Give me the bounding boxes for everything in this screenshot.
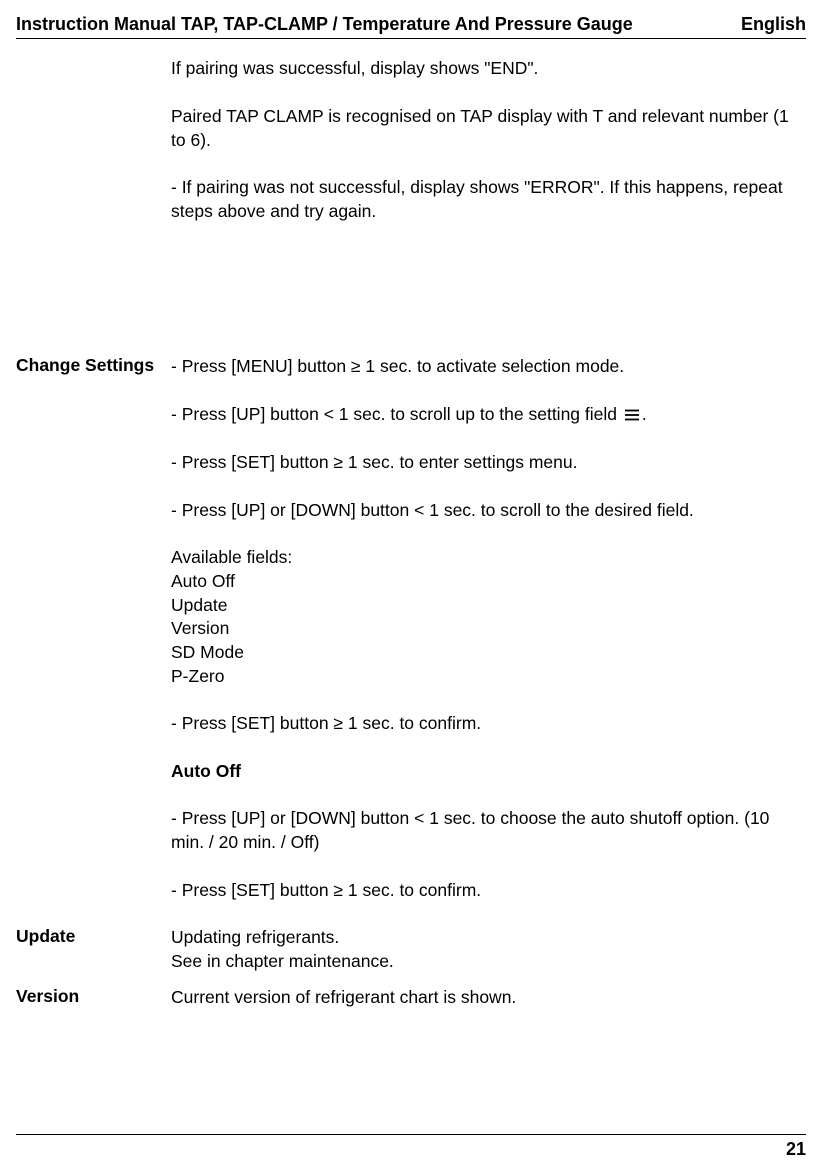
ge-symbol: ≥ [333, 713, 343, 733]
p5b: 1 sec. to confirm. [343, 713, 481, 733]
hamburger-icon [624, 404, 640, 428]
p6a: - Press [UP] or [DOWN] button [171, 808, 414, 828]
version-section: Version Current version of refrigerant c… [16, 986, 806, 1010]
ge-symbol: ≥ [333, 880, 343, 900]
field-sd-mode: SD Mode [171, 641, 806, 665]
field-p-zero: P-Zero [171, 665, 806, 689]
change-settings-body: - Press [MENU] button ≥ 1 sec. to activa… [171, 355, 806, 926]
p4a: - Press [UP] or [DOWN] button [171, 500, 414, 520]
intro-p1: If pairing was successful, display shows… [171, 57, 806, 81]
change-p1: - Press [MENU] button ≥ 1 sec. to activa… [171, 355, 806, 379]
change-p3: - Press [SET] button ≥ 1 sec. to enter s… [171, 451, 806, 475]
change-p7: - Press [SET] button ≥ 1 sec. to confirm… [171, 879, 806, 903]
version-label: Version [16, 986, 171, 1010]
ge-symbol: ≥ [351, 356, 361, 376]
change-p4: - Press [UP] or [DOWN] button < 1 sec. t… [171, 499, 806, 523]
p7b: 1 sec. to confirm. [343, 880, 481, 900]
p2a: - Press [UP] button [171, 404, 324, 424]
intro-p2: Paired TAP CLAMP is recognised on TAP di… [171, 105, 806, 152]
p1a: - Press [MENU] button [171, 356, 351, 376]
intro-section: If pairing was successful, display shows… [16, 57, 806, 247]
lt-symbol: < [414, 808, 424, 828]
fields-label: Available fields: [171, 546, 806, 570]
update-section: Update Updating refrigerants. See in cha… [16, 926, 806, 973]
p2c: . [642, 404, 647, 424]
page-number: 21 [786, 1139, 806, 1159]
section-gap [16, 247, 806, 355]
p5a: - Press [SET] button [171, 713, 333, 733]
intro-body: If pairing was successful, display shows… [171, 57, 806, 247]
version-body: Current version of refrigerant chart is … [171, 986, 806, 1010]
auto-off-heading: Auto Off [171, 760, 806, 784]
change-settings-label: Change Settings [16, 355, 171, 926]
p3b: 1 sec. to enter settings menu. [343, 452, 577, 472]
change-p6: - Press [UP] or [DOWN] button < 1 sec. t… [171, 807, 806, 854]
update-label: Update [16, 926, 171, 973]
p3a: - Press [SET] button [171, 452, 333, 472]
change-p2: - Press [UP] button < 1 sec. to scroll u… [171, 403, 806, 427]
lt-symbol: < [414, 500, 424, 520]
p7a: - Press [SET] button [171, 880, 333, 900]
header-language: English [741, 12, 806, 36]
intro-label [16, 57, 171, 247]
field-version: Version [171, 617, 806, 641]
version-line1: Current version of refrigerant chart is … [171, 986, 806, 1010]
header-title: Instruction Manual TAP, TAP-CLAMP / Temp… [16, 12, 633, 36]
field-auto-off: Auto Off [171, 570, 806, 594]
intro-p3: - If pairing was not successful, display… [171, 176, 806, 223]
lt-symbol: < [324, 404, 334, 424]
page-footer: 21 [16, 1134, 806, 1161]
field-update: Update [171, 594, 806, 618]
small-gap [16, 974, 806, 986]
p4b: 1 sec. to scroll to the desired field. [424, 500, 693, 520]
page-header: Instruction Manual TAP, TAP-CLAMP / Temp… [16, 12, 806, 39]
change-settings-section: Change Settings - Press [MENU] button ≥ … [16, 355, 806, 926]
update-body: Updating refrigerants. See in chapter ma… [171, 926, 806, 973]
p2b: 1 sec. to scroll up to the setting field [334, 404, 622, 424]
ge-symbol: ≥ [333, 452, 343, 472]
update-line2: See in chapter maintenance. [171, 950, 806, 974]
p1b: 1 sec. to activate selection mode. [361, 356, 625, 376]
update-line1: Updating refrigerants. [171, 926, 806, 950]
change-p5: - Press [SET] button ≥ 1 sec. to confirm… [171, 712, 806, 736]
